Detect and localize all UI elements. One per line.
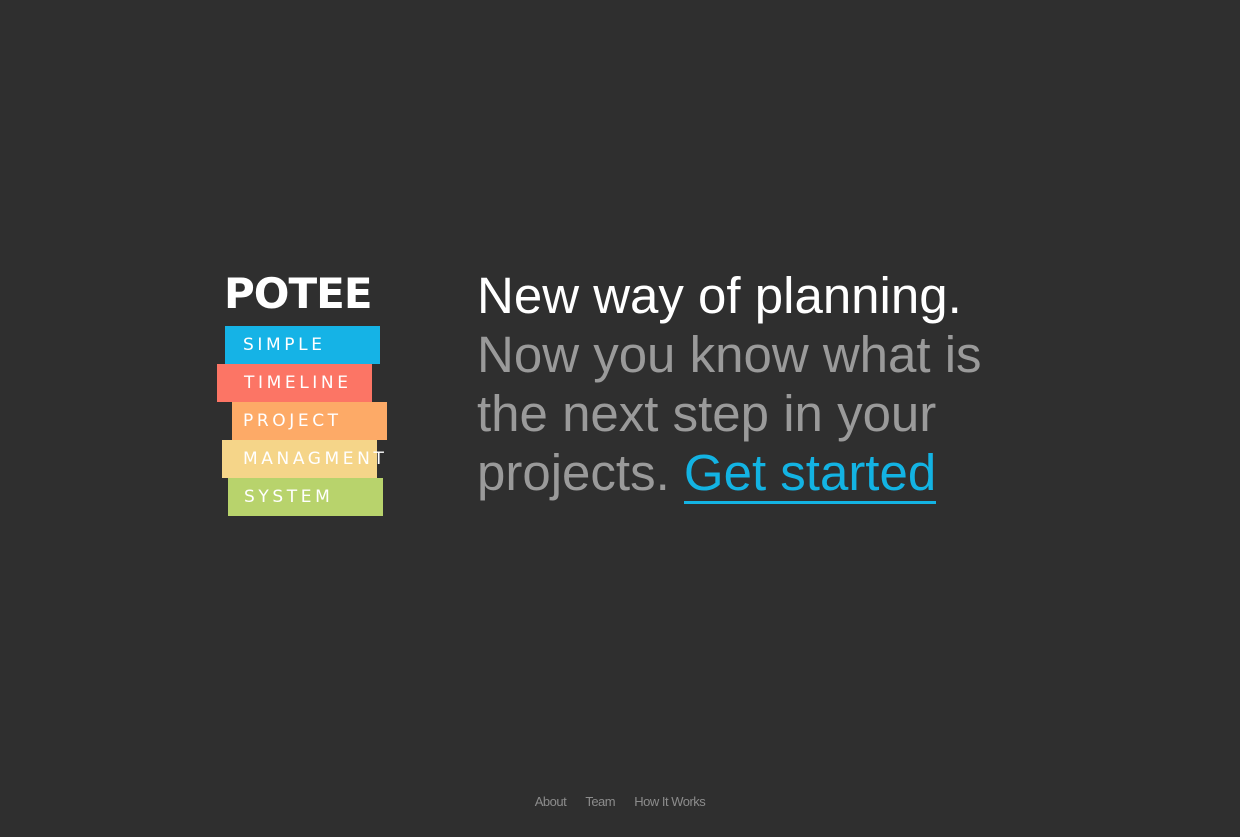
logo-stripe-timeline: TIMELINE	[217, 364, 372, 402]
footer-link-about[interactable]: About	[535, 794, 567, 809]
footer-nav: About Team How It Works	[0, 794, 1240, 809]
hero-headline: New way of planning. Now you know what i…	[477, 266, 1057, 504]
hero-lead: New way of planning.	[477, 267, 962, 324]
logo-stripe-managment: MANAGMENT	[222, 440, 384, 478]
footer-link-team[interactable]: Team	[585, 794, 615, 809]
logo-stripe-project: PROJECT	[232, 402, 387, 440]
potee-logo[interactable]: POTEE SIMPLE TIMELINE PROJECT MANAGMENT …	[217, 272, 392, 522]
landing-page: POTEE SIMPLE TIMELINE PROJECT MANAGMENT …	[0, 0, 1240, 837]
logo-stripe-simple: SIMPLE	[225, 326, 380, 364]
logo-stripe-system: SYSTEM	[228, 478, 383, 516]
get-started-link[interactable]: Get started	[683, 444, 937, 504]
footer-link-how-it-works[interactable]: How It Works	[634, 794, 706, 809]
logo-title: POTEE	[224, 269, 373, 318]
